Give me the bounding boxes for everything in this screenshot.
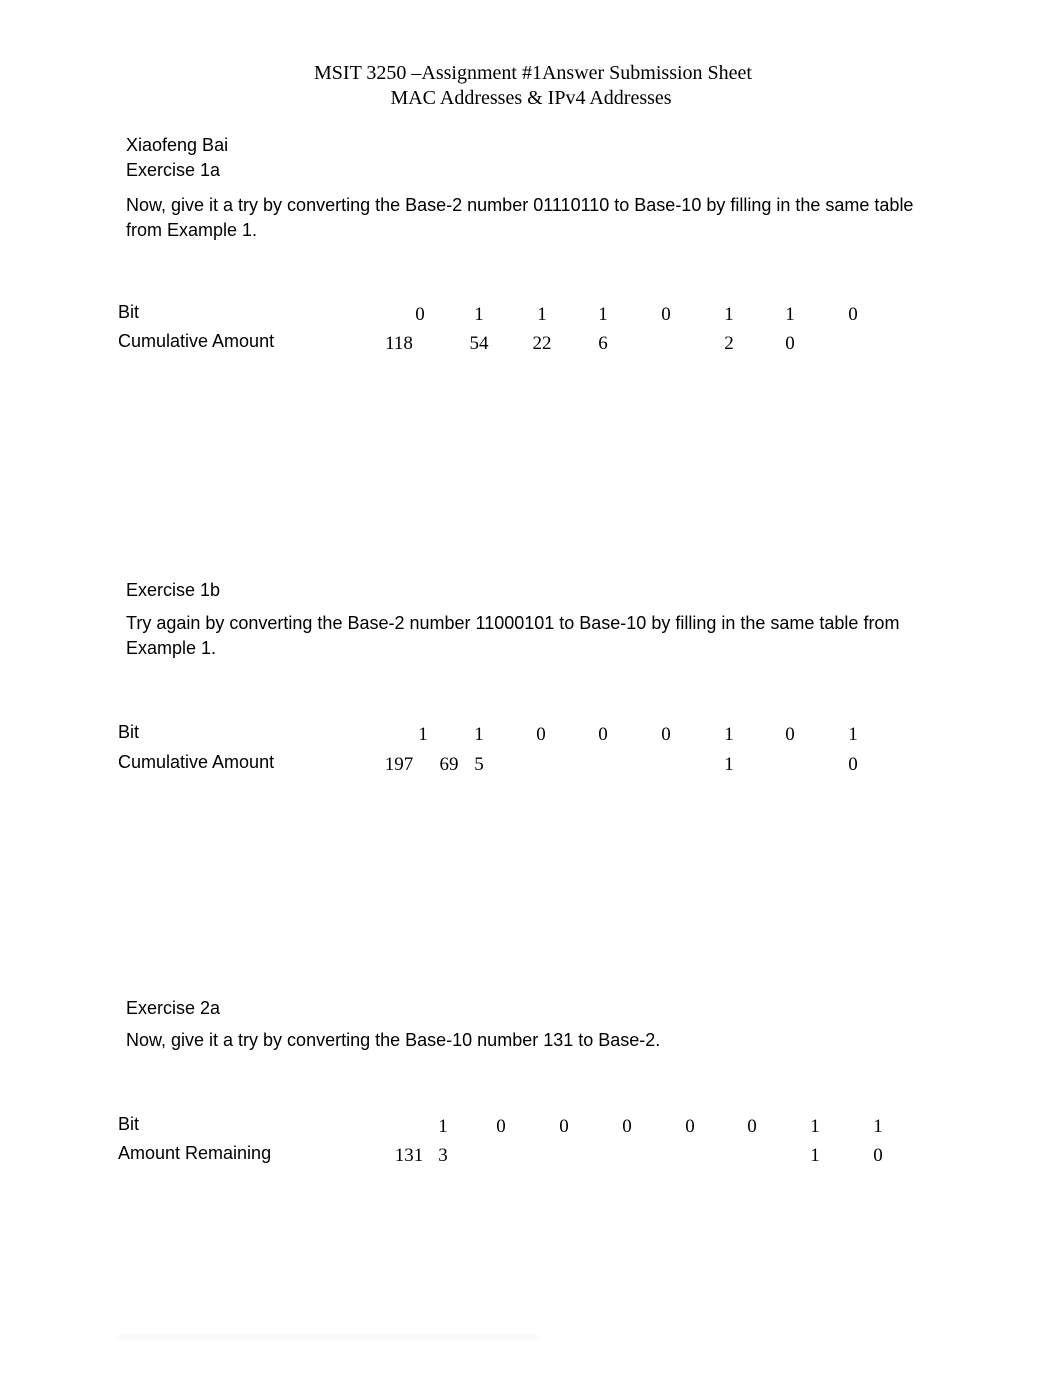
bit-cell: 0 — [598, 724, 608, 745]
bit-cell: 1 — [810, 1116, 820, 1137]
amount-cell: 5 — [474, 754, 484, 775]
amount-cell: 6 — [598, 333, 608, 354]
document-title: MSIT 3250 –Assignment #1Answer Submissio… — [314, 62, 752, 84]
exercise-heading: Exercise 2a — [126, 998, 221, 1018]
amount-cell: 1 — [724, 754, 734, 775]
bit-cell: 1 — [418, 724, 428, 745]
bit-cell: 0 — [685, 1116, 695, 1137]
bit-cell: 0 — [415, 304, 425, 325]
row-label-bit: Bit — [118, 722, 140, 742]
bit-cell: 1 — [537, 304, 547, 325]
amount-cell: 22 — [532, 333, 552, 354]
amount-cell: 2 — [724, 333, 734, 354]
amount-cell: 3 — [438, 1145, 448, 1166]
row-label-amount: Cumulative Amount — [118, 752, 275, 772]
amount-cell: 1 — [810, 1145, 820, 1166]
exercise-prompt: Try again by converting the Base-2 numbe… — [126, 613, 900, 658]
exercise-heading: Exercise 1a — [126, 160, 221, 180]
row-label-amount: Amount Remaining — [118, 1143, 272, 1163]
bit-cell: 1 — [848, 724, 858, 745]
bit-cell: 1 — [438, 1116, 448, 1137]
bit-cell: 1 — [785, 304, 795, 325]
amount-cell: 0 — [848, 754, 858, 775]
page-bottom-shadow — [118, 1336, 538, 1340]
row-label-bit: Bit — [118, 1114, 140, 1134]
bit-cell: 1 — [598, 304, 608, 325]
exercise-prompt: Now, give it a try by converting the Bas… — [126, 1030, 661, 1050]
start-value: 118 — [385, 333, 413, 354]
bit-cell: 1 — [474, 724, 484, 745]
exercise-prompt: Now, give it a try by converting the Bas… — [126, 195, 914, 240]
bit-cell: 1 — [724, 304, 734, 325]
bit-cell: 0 — [747, 1116, 757, 1137]
exercise-heading: Exercise 1b — [126, 580, 221, 600]
bit-cell: 0 — [661, 724, 671, 745]
bit-cell: 0 — [622, 1116, 632, 1137]
bit-cell: 0 — [848, 304, 858, 325]
row-label-amount: Cumulative Amount — [118, 331, 275, 351]
bit-cell: 1 — [873, 1116, 883, 1137]
bit-cell: 1 — [474, 304, 484, 325]
amount-cell: 54 — [469, 333, 489, 354]
bit-cell: 0 — [661, 304, 671, 325]
start-value: 197 — [384, 754, 414, 775]
bit-cell: 0 — [785, 724, 795, 745]
row-label-bit: Bit — [118, 302, 140, 322]
document-subtitle: MAC Addresses & IPv4 Addresses — [390, 87, 672, 109]
bit-cell: 0 — [496, 1116, 506, 1137]
bit-cell: 0 — [559, 1116, 569, 1137]
bit-cell: 1 — [724, 724, 734, 745]
amount-cell: 0 — [873, 1145, 883, 1166]
amount-cell: 0 — [785, 333, 795, 354]
student-name: Xiaofeng Bai — [126, 135, 229, 155]
bit-cell: 0 — [536, 724, 546, 745]
